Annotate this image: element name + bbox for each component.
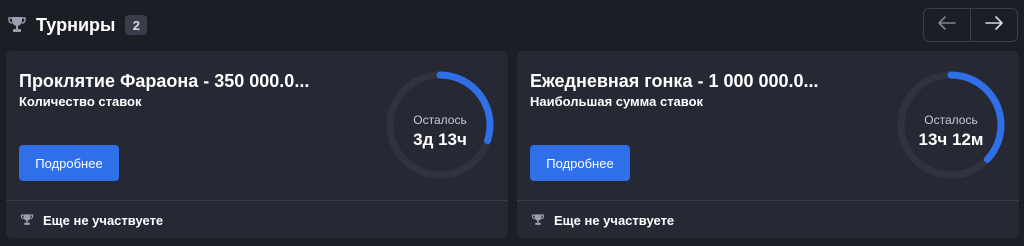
arrow-left-icon	[938, 15, 956, 35]
arrow-right-icon	[985, 15, 1003, 35]
tournament-name: Проклятие Фараона - 350 000.0...	[19, 71, 310, 91]
section-header: Турниры 2	[6, 10, 148, 40]
trophy-icon	[6, 14, 28, 36]
prev-button[interactable]	[924, 9, 970, 41]
tournament-name: Ежедневная гонка - 1 000 000.0...	[530, 71, 819, 91]
participation-status: Еще не участвуете	[19, 211, 163, 229]
section-title: Турниры	[36, 14, 116, 35]
time-remaining-ring: Осталось 13ч 12м	[895, 69, 1007, 181]
trophy-icon	[530, 212, 546, 228]
remaining-value: 3д 13ч	[413, 130, 467, 149]
remaining-label: Осталось	[413, 113, 467, 127]
tournament-count-badge: 2	[125, 15, 148, 35]
remaining-label: Осталось	[924, 113, 978, 127]
time-remaining-ring: Осталось 3д 13ч	[384, 69, 496, 181]
tournament-criterion: Количество ставок	[19, 94, 142, 109]
tournament-card[interactable]: Проклятие Фараона - 350 000.0... Количес…	[6, 51, 508, 238]
participation-status: Еще не участвуете	[530, 211, 674, 229]
trophy-icon	[19, 212, 35, 228]
participation-status-text: Еще не участвуете	[554, 212, 675, 228]
remaining-value: 13ч 12м	[918, 130, 984, 149]
details-button[interactable]: Подробнее	[530, 145, 630, 181]
details-button[interactable]: Подробнее	[19, 145, 119, 181]
divider	[517, 200, 1019, 201]
carousel-nav	[923, 8, 1018, 42]
next-button[interactable]	[970, 9, 1017, 41]
tournament-card[interactable]: Ежедневная гонка - 1 000 000.0... Наибол…	[517, 51, 1019, 238]
tournament-criterion: Наибольшая сумма ставок	[530, 94, 704, 109]
participation-status-text: Еще не участвуете	[43, 212, 164, 228]
divider	[6, 200, 508, 201]
